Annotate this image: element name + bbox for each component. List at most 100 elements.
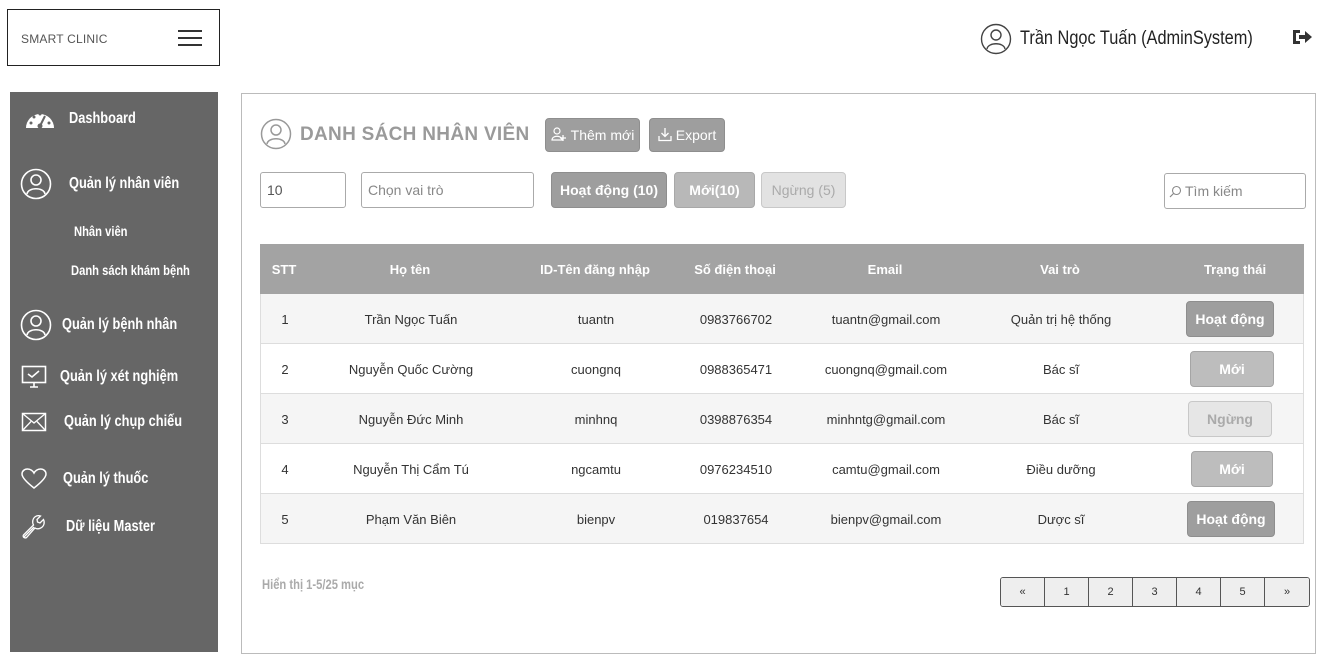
cell-role: Bác sĩ: [1042, 361, 1080, 377]
sidebar-item-medicine[interactable]: Quản lý thuốc: [14, 468, 170, 490]
status-badge[interactable]: Hoạt động: [1186, 301, 1274, 337]
table-row[interactable]: 1 Trần Ngọc Tuấn tuantn 0983766702 tuant…: [260, 294, 1304, 344]
cell-name: Phạm Văn Biên: [365, 511, 457, 527]
menu-toggle-icon[interactable]: [178, 29, 202, 47]
table-header: STT Họ tên ID-Tên đăng nhập Số điện thoạ…: [260, 244, 1304, 294]
sidebar-item-label: Quản lý xét nghiệm: [60, 368, 179, 385]
cell-username: minhnq: [574, 411, 618, 427]
status-badge[interactable]: Hoạt động: [1187, 501, 1275, 537]
page-title: DANH SÁCH NHÂN VIÊN: [300, 124, 530, 145]
cell-phone: 0976234510: [699, 461, 773, 477]
cell-username: ngcamtu: [571, 461, 621, 477]
search-placeholder: Tìm kiếm: [1185, 183, 1243, 199]
sidebar-item-label: Quản lý bệnh nhân: [62, 316, 178, 333]
user-icon: [16, 309, 56, 341]
logout-icon[interactable]: [1291, 28, 1313, 51]
sidebar-subitem-staff[interactable]: Nhân viên: [74, 223, 128, 239]
filter-new-button[interactable]: Mới(10): [674, 172, 755, 208]
cell-stt: 1: [281, 311, 289, 327]
sidebar-item-label: Quản lý chụp chiếu: [64, 413, 183, 430]
sidebar: Dashboard Quản lý nhân viên Nhân viên Da…: [10, 92, 218, 652]
cell-username: bienpv: [576, 511, 616, 527]
sidebar-item-label: Dashboard: [69, 110, 136, 127]
column-header-phone: Số điện thoại: [694, 261, 776, 277]
page-button-1[interactable]: 1: [1045, 578, 1089, 606]
status-badge[interactable]: Ngừng: [1188, 401, 1272, 437]
monitor-icon: [14, 365, 54, 389]
envelope-icon: [14, 412, 54, 432]
cell-name: Trần Ngọc Tuấn: [364, 311, 458, 327]
sidebar-item-staff[interactable]: Quản lý nhân viên: [16, 168, 207, 200]
sidebar-item-label: Quản lý thuốc: [63, 470, 149, 487]
wrench-icon: [14, 514, 54, 540]
page-button-5[interactable]: 5: [1221, 578, 1265, 606]
search-input[interactable]: Tìm kiếm: [1164, 173, 1306, 209]
cell-name: Nguyễn Đức Minh: [358, 411, 464, 427]
cell-name: Nguyễn Thị Cẩm Tú: [353, 461, 469, 477]
cell-username: cuongnq: [571, 361, 621, 377]
cell-phone: 0398876354: [699, 411, 773, 427]
cell-stt: 4: [281, 461, 289, 477]
pagination: « 1 2 3 4 5 »: [1000, 577, 1310, 607]
cell-email: cuongnq@gmail.com: [824, 361, 948, 377]
cell-stt: 3: [281, 411, 289, 427]
sidebar-item-master-data[interactable]: Dữ liệu Master: [14, 514, 177, 540]
sidebar-item-lab-tests[interactable]: Quản lý xét nghiệm: [14, 365, 208, 389]
user-name[interactable]: Trần Ngọc Tuấn (AdminSystem): [1020, 28, 1253, 50]
cell-email: bienpv@gmail.com: [830, 511, 942, 527]
table-row[interactable]: 4 Nguyễn Thị Cẩm Tú ngcamtu 0976234510 c…: [260, 444, 1304, 494]
cell-name: Nguyễn Quốc Cường: [348, 361, 474, 377]
cell-email: tuantn@gmail.com: [831, 311, 941, 327]
pagination-summary: Hiển thị 1-5/25 mục: [262, 576, 365, 592]
brand-box: SMART CLINIC: [7, 9, 220, 66]
filter-stopped-button[interactable]: Ngừng (5): [761, 172, 846, 208]
user-area: Trần Ngọc Tuấn (AdminSystem): [980, 22, 1313, 56]
cell-role: Điều dưỡng: [1026, 461, 1096, 477]
add-staff-button[interactable]: Thêm mới: [545, 118, 640, 152]
staff-list-icon: [260, 118, 292, 155]
search-icon: [1169, 185, 1182, 198]
column-header-status: Trạng thái: [1203, 261, 1267, 277]
cell-role: Bác sĩ: [1042, 411, 1080, 427]
export-button[interactable]: Export: [649, 118, 725, 152]
page-size-input[interactable]: 10: [260, 172, 346, 208]
page-button-3[interactable]: 3: [1133, 578, 1177, 606]
cell-username: tuantn: [577, 311, 615, 327]
export-label: Export: [675, 127, 717, 143]
role-select[interactable]: Chọn vai trò: [361, 172, 534, 208]
sidebar-item-label: Dữ liệu Master: [66, 518, 155, 535]
cell-role: Dược sĩ: [1037, 511, 1085, 527]
column-header-email: Email: [867, 261, 903, 277]
status-badge[interactable]: Mới: [1191, 451, 1273, 487]
user-icon: [16, 168, 56, 200]
download-icon: [658, 126, 672, 145]
cell-phone: 0988365471: [699, 361, 773, 377]
column-header-username: ID-Tên đăng nhập: [540, 261, 650, 277]
filter-active-button[interactable]: Hoạt động (10): [551, 172, 667, 208]
column-header-role: Vai trò: [1040, 261, 1080, 277]
cell-role: Quản trị hệ thống: [1010, 311, 1112, 327]
column-header-name: Họ tên: [389, 261, 431, 277]
cell-stt: 5: [281, 511, 289, 527]
page-button-2[interactable]: 2: [1089, 578, 1133, 606]
table-row[interactable]: 2 Nguyễn Quốc Cường cuongnq 0988365471 c…: [260, 344, 1304, 394]
page-first-button[interactable]: «: [1001, 578, 1045, 606]
status-badge[interactable]: Mới: [1190, 351, 1274, 387]
sidebar-item-patients[interactable]: Quản lý bệnh nhân: [16, 309, 206, 341]
sidebar-subitem-exam-list[interactable]: Danh sách khám bệnh: [71, 262, 190, 278]
user-avatar-icon: [980, 23, 1012, 55]
page-last-button[interactable]: »: [1265, 578, 1309, 606]
table-row[interactable]: 5 Phạm Văn Biên bienpv 019837654 bienpv@…: [260, 494, 1304, 544]
heart-icon: [14, 468, 54, 490]
column-header-stt: STT: [271, 261, 297, 277]
brand-name: SMART CLINIC: [21, 32, 108, 46]
cell-phone: 019837654: [703, 511, 769, 527]
cell-phone: 0983766702: [699, 311, 773, 327]
sidebar-item-imaging[interactable]: Quản lý chụp chiếu: [14, 412, 212, 432]
page-button-4[interactable]: 4: [1177, 578, 1221, 606]
table-row[interactable]: 3 Nguyễn Đức Minh minhnq 0398876354 minh…: [260, 394, 1304, 444]
dashboard-icon: [20, 106, 60, 132]
sidebar-item-dashboard[interactable]: Dashboard: [20, 106, 153, 132]
cell-email: minhntg@gmail.com: [826, 411, 946, 427]
cell-stt: 2: [281, 361, 289, 377]
